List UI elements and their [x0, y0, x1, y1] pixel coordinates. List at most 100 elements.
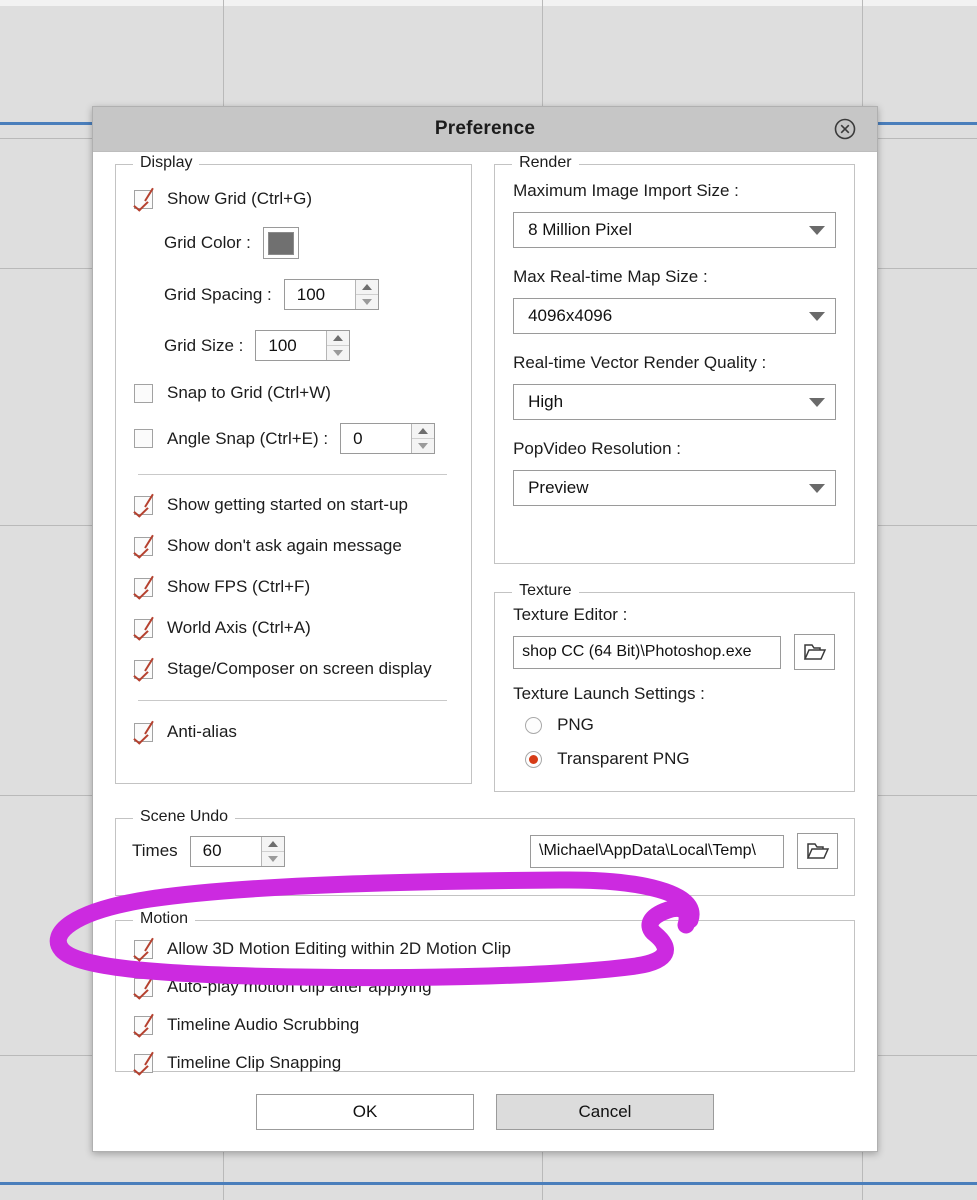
- show-dont-ask-checkbox[interactable]: [134, 536, 153, 556]
- angle-snap-spin[interactable]: [411, 424, 435, 453]
- motion-item-row[interactable]: Auto-play motion clip after applying: [134, 977, 836, 997]
- show-getting-started-checkbox[interactable]: [134, 495, 153, 515]
- grid-size-spin[interactable]: [326, 331, 350, 360]
- show-dont-ask-row[interactable]: Show don't ask again message: [134, 536, 453, 556]
- dialog-title-bar[interactable]: Preference: [93, 107, 877, 152]
- grid-spacing-label: Grid Spacing :: [164, 284, 272, 304]
- ok-button[interactable]: OK: [256, 1094, 474, 1130]
- chevron-down-icon: [809, 225, 825, 235]
- png-radio-row[interactable]: PNG: [525, 715, 836, 735]
- angle-snap-value[interactable]: 0: [341, 424, 411, 453]
- folder-open-icon[interactable]: [797, 833, 838, 869]
- texture-group-legend: Texture: [512, 582, 579, 600]
- auto-play-motion-clip-checkbox[interactable]: [134, 977, 153, 997]
- motion-item-row[interactable]: Timeline Clip Snapping: [134, 1053, 836, 1073]
- scene-undo-times-value[interactable]: 60: [191, 837, 261, 866]
- folder-open-icon[interactable]: [794, 634, 836, 670]
- grid-color-label: Grid Color :: [164, 233, 251, 252]
- grid-spacing-value[interactable]: 100: [285, 280, 355, 309]
- grid-spacing-down-icon[interactable]: [356, 295, 378, 309]
- motion-group-legend: Motion: [133, 910, 196, 928]
- stage-composer-checkbox[interactable]: [134, 659, 153, 679]
- scene-undo-times-row: Times 60: [132, 835, 285, 867]
- popvideo-resolution-value: Preview: [528, 478, 589, 497]
- angle-snap-down-icon[interactable]: [412, 439, 434, 453]
- grid-size-stepper[interactable]: 100: [255, 330, 351, 361]
- chevron-down-icon: [809, 397, 825, 407]
- grid-size-row: Grid Size : 100: [164, 330, 453, 361]
- grid-color-swatch-fill: [267, 231, 294, 255]
- texture-editor-row: shop CC (64 Bit)\Photoshop.exe: [513, 634, 836, 670]
- show-getting-started-row[interactable]: Show getting started on start-up: [134, 495, 453, 515]
- scene-undo-times-spin[interactable]: [260, 836, 284, 866]
- angle-snap-checkbox[interactable]: [134, 429, 153, 448]
- scene-undo-group-legend: Scene Undo: [133, 808, 236, 826]
- max-image-import-size-select[interactable]: 8 Million Pixel: [513, 212, 836, 248]
- grid-spacing-up-icon[interactable]: [355, 280, 378, 295]
- angle-snap-label: Angle Snap (Ctrl+E) :: [167, 428, 329, 448]
- chevron-down-icon: [809, 311, 825, 321]
- snap-to-grid-row[interactable]: Snap to Grid (Ctrl+W): [134, 383, 453, 403]
- timeline-clip-snapping-checkbox[interactable]: [134, 1053, 153, 1073]
- realtime-vector-quality-label: Real-time Vector Render Quality :: [513, 353, 767, 372]
- grid-spacing-stepper[interactable]: 100: [283, 279, 379, 310]
- grid-color-swatch[interactable]: [262, 227, 299, 259]
- anti-alias-label: Anti-alias: [167, 722, 237, 741]
- scene-undo-row: Times 60 \Michael\AppData\Local\Temp\: [132, 833, 838, 869]
- allow-3d-motion-editing-checkbox[interactable]: [134, 939, 153, 959]
- texture-group: Texture Texture Editor : shop CC (64 Bit…: [494, 582, 855, 792]
- transparent-png-radio[interactable]: [525, 750, 543, 768]
- transparent-png-radio-row[interactable]: Transparent PNG: [525, 749, 836, 769]
- timeline-audio-scrubbing-checkbox[interactable]: [134, 1015, 153, 1035]
- scene-undo-times-down-icon[interactable]: [262, 852, 284, 866]
- texture-editor-label: Texture Editor :: [513, 605, 628, 624]
- cancel-button[interactable]: Cancel: [496, 1094, 714, 1130]
- max-realtime-map-size-select[interactable]: 4096x4096: [513, 298, 836, 334]
- png-radio[interactable]: [525, 716, 543, 734]
- show-fps-row[interactable]: Show FPS (Ctrl+F): [134, 577, 453, 597]
- angle-snap-row[interactable]: Angle Snap (Ctrl+E) : 0: [134, 423, 453, 454]
- grid-size-value[interactable]: 100: [256, 331, 326, 360]
- scene-undo-group: Scene Undo Times 60 \Michael\AppData\Loc…: [115, 808, 855, 896]
- realtime-vector-quality-select[interactable]: High: [513, 384, 836, 420]
- png-label: PNG: [557, 715, 594, 734]
- scene-undo-times-stepper[interactable]: 60: [189, 835, 285, 867]
- show-grid-row[interactable]: Show Grid (Ctrl+G): [134, 189, 453, 209]
- scene-undo-times-up-icon[interactable]: [261, 837, 284, 852]
- close-icon[interactable]: [833, 117, 857, 141]
- snap-to-grid-checkbox[interactable]: [134, 383, 153, 403]
- show-grid-checkbox[interactable]: [134, 189, 153, 209]
- max-image-import-size-label: Maximum Image Import Size :: [513, 181, 739, 200]
- texture-editor-input[interactable]: shop CC (64 Bit)\Photoshop.exe: [513, 635, 782, 669]
- allow-3d-motion-editing-label: Allow 3D Motion Editing within 2D Motion…: [167, 939, 511, 958]
- max-realtime-map-size-label: Max Real-time Map Size :: [513, 267, 708, 286]
- display-divider-bottom: [138, 700, 448, 701]
- max-realtime-map-size-value: 4096x4096: [528, 306, 613, 325]
- render-group-legend: Render: [512, 154, 579, 172]
- angle-snap-up-icon[interactable]: [412, 424, 435, 439]
- anti-alias-row[interactable]: Anti-alias: [134, 722, 453, 742]
- motion-item-row[interactable]: Allow 3D Motion Editing within 2D Motion…: [134, 939, 836, 959]
- show-dont-ask-label: Show don't ask again message: [167, 536, 402, 555]
- angle-snap-stepper[interactable]: 0: [340, 423, 436, 454]
- texture-launch-settings-label: Texture Launch Settings :: [513, 684, 705, 703]
- transparent-png-label: Transparent PNG: [557, 749, 690, 768]
- stage-composer-row[interactable]: Stage/Composer on screen display: [134, 659, 453, 679]
- grid-spacing-row: Grid Spacing : 100: [164, 279, 453, 310]
- popvideo-resolution-select[interactable]: Preview: [513, 470, 836, 506]
- grid-size-down-icon[interactable]: [327, 346, 349, 360]
- display-divider-top: [138, 474, 448, 475]
- anti-alias-checkbox[interactable]: [134, 722, 153, 742]
- display-group: Display Show Grid (Ctrl+G) Grid Color : …: [115, 154, 473, 784]
- max-image-import-size-value: 8 Million Pixel: [528, 220, 632, 239]
- world-axis-checkbox[interactable]: [134, 618, 153, 638]
- scene-undo-times-label: Times: [132, 841, 178, 860]
- show-grid-label: Show Grid (Ctrl+G): [167, 189, 312, 208]
- world-axis-row[interactable]: World Axis (Ctrl+A): [134, 618, 453, 638]
- show-fps-checkbox[interactable]: [134, 577, 153, 597]
- grid-size-up-icon[interactable]: [327, 331, 350, 346]
- scene-undo-temp-path-input[interactable]: \Michael\AppData\Local\Temp\: [530, 834, 784, 868]
- grid-spacing-spin[interactable]: [354, 280, 378, 309]
- motion-item-row[interactable]: Timeline Audio Scrubbing: [134, 1015, 836, 1035]
- page-title: Preference: [434, 118, 536, 139]
